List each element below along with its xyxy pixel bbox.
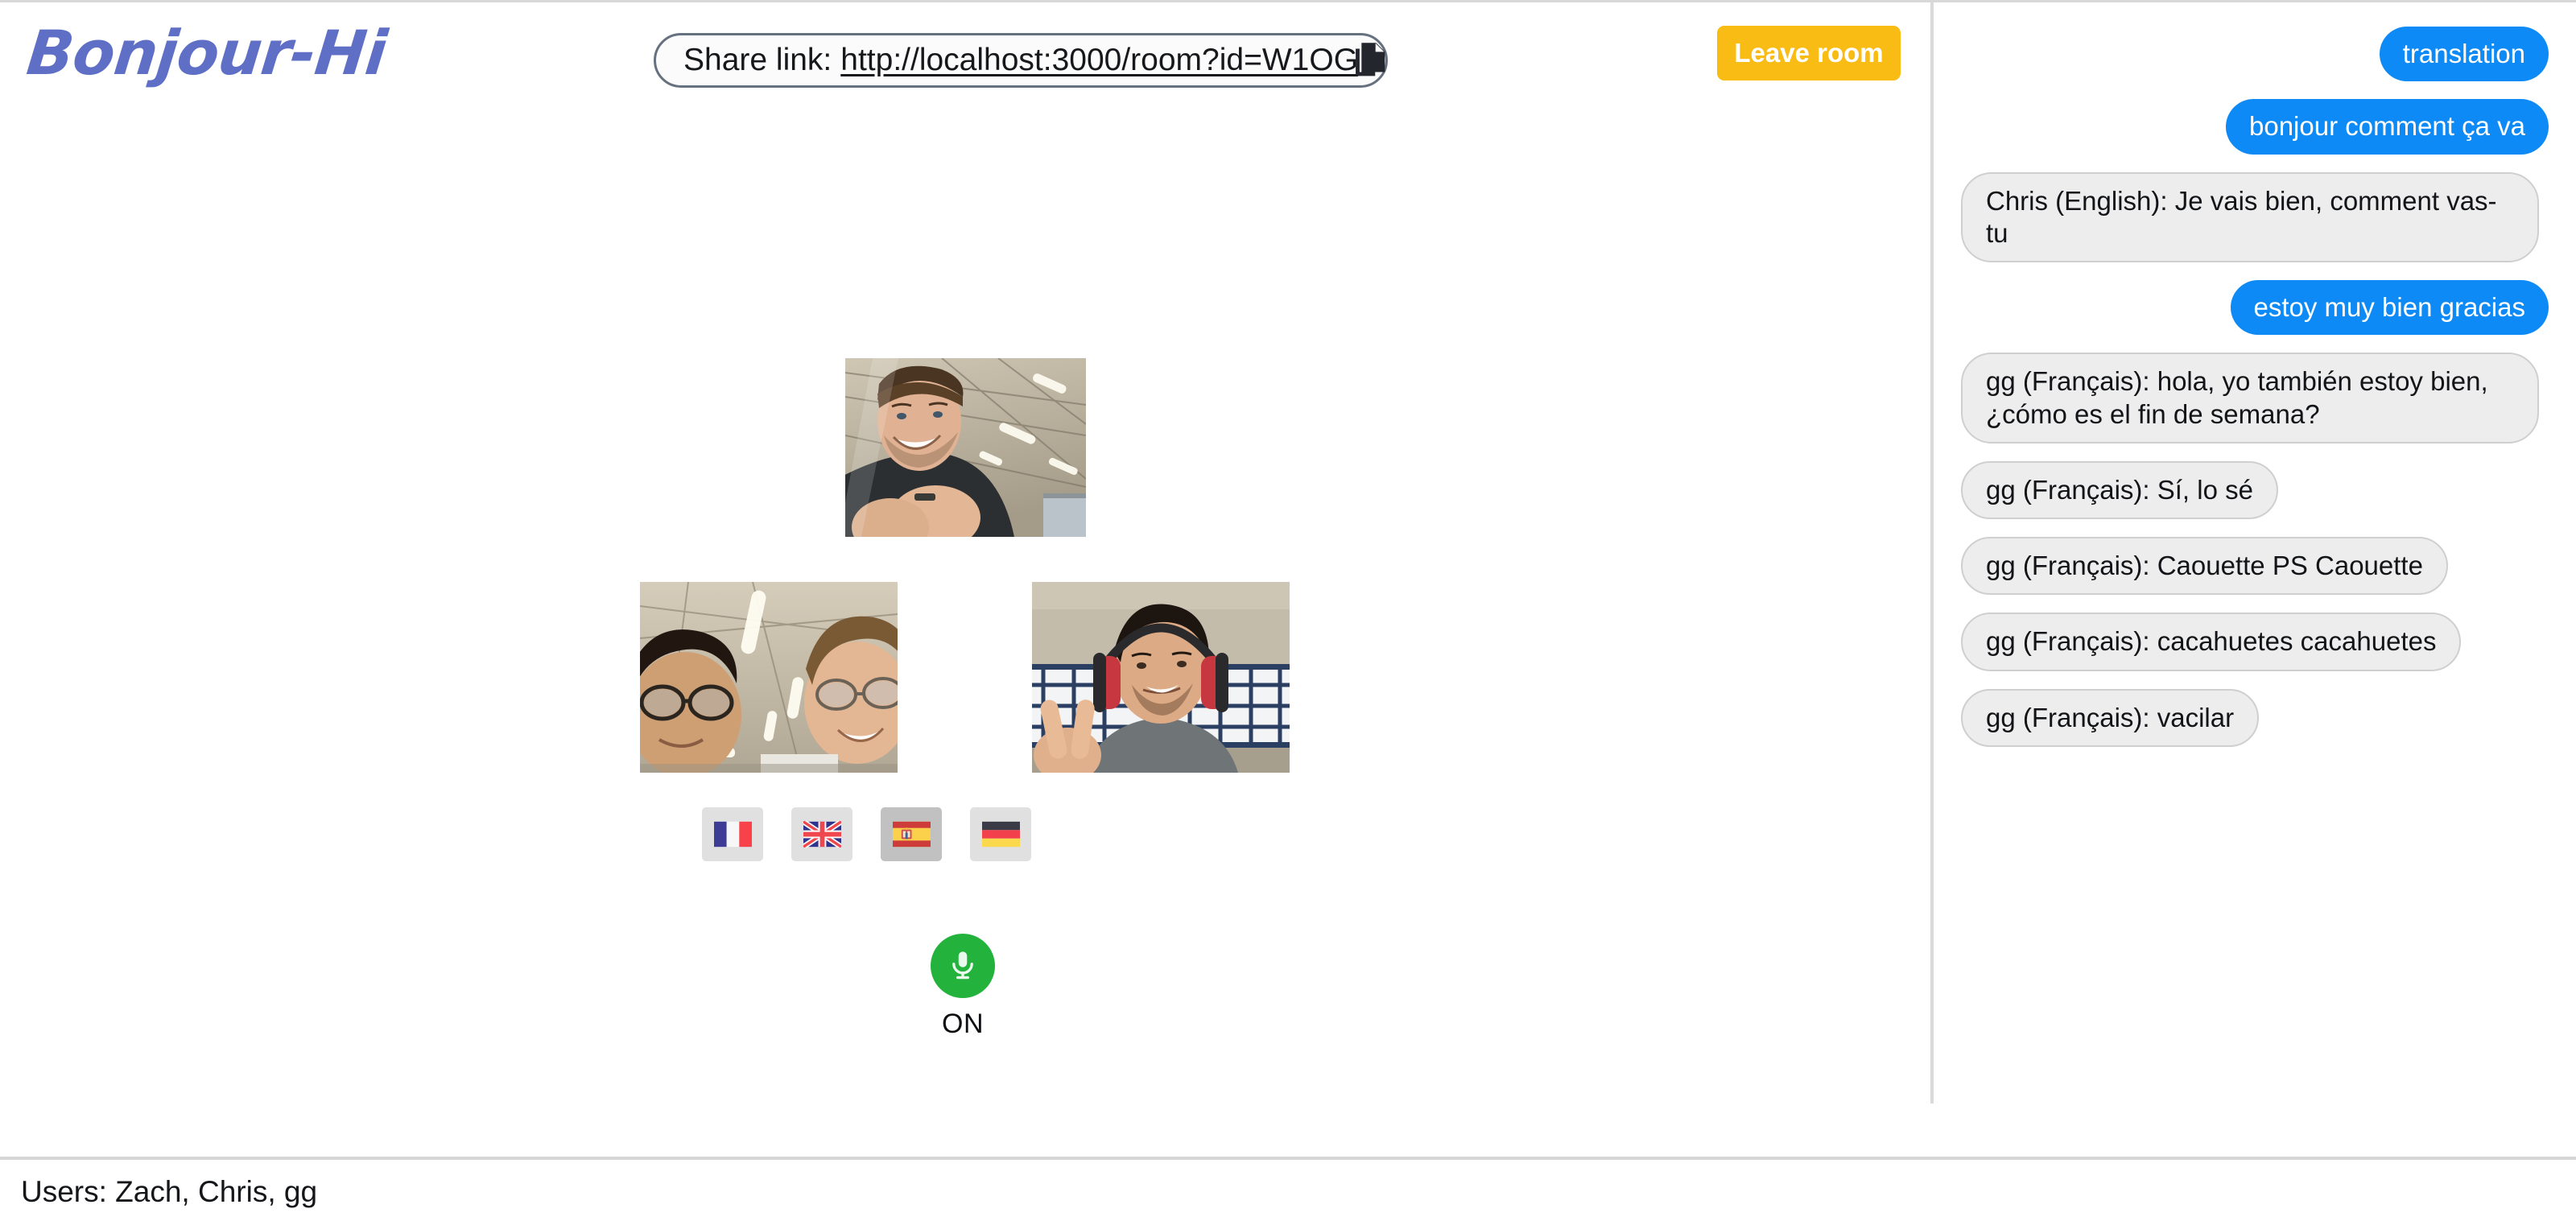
- copy-link-button[interactable]: [1346, 38, 1393, 85]
- chat-message-row: gg (Français): cacahuetes cacahuetes: [1961, 613, 2549, 671]
- video-tile-participant-left[interactable]: [640, 582, 898, 773]
- leave-room-button[interactable]: Leave room: [1717, 26, 1901, 80]
- chat-bubble-incoming: Chris (English): Je vais bien, comment v…: [1961, 171, 2539, 262]
- chat-bubble-incoming: gg (Français): hola, yo también estoy bi…: [1961, 353, 2539, 443]
- language-button-de[interactable]: [970, 807, 1031, 861]
- users-list-text: Users: Zach, Chris, gg: [21, 1174, 318, 1208]
- chat-bubble-incoming: gg (Français): Caouette PS Caouette: [1961, 537, 2448, 596]
- flag-spain-icon: [892, 821, 931, 848]
- chat-message-row: gg (Français): hola, yo también estoy bi…: [1961, 353, 2549, 443]
- video-feed-smiling-person: [845, 358, 1086, 537]
- chat-message-row: gg (Français): vacilar: [1961, 688, 2549, 747]
- chat-message-row: translation: [1961, 27, 2549, 82]
- chat-bubble-incoming: gg (Français): Sí, lo sé: [1961, 460, 2278, 519]
- chat-message-row: gg (Français): Caouette PS Caouette: [1961, 537, 2549, 596]
- video-feed-two-people: [640, 582, 898, 773]
- flag-uk-icon: [803, 821, 841, 848]
- language-button-fr[interactable]: [702, 807, 763, 861]
- share-link-url[interactable]: http://localhost:3000/room?id=W1OG: [840, 43, 1358, 78]
- chat-message-row: bonjour comment ça va: [1961, 99, 2549, 155]
- chat-message-row: gg (Français): Sí, lo sé: [1961, 460, 2549, 519]
- chat-message-row: Chris (English): Je vais bien, comment v…: [1961, 171, 2549, 262]
- video-tile-participant-right[interactable]: [1032, 582, 1290, 773]
- chat-message-row: estoy muy bien gracias: [1961, 280, 2549, 336]
- microphone-icon: [946, 948, 980, 984]
- chat-bubble-incoming: gg (Français): vacilar: [1961, 688, 2260, 747]
- copy-icon: [1346, 37, 1393, 86]
- main-column: Bonjour-Hi Share link: http://localhost:…: [0, 2, 1930, 1107]
- chat-panel[interactable]: translation bonjour comment ça va Chris …: [1930, 2, 2576, 1103]
- language-button-es[interactable]: [881, 807, 942, 861]
- language-button-en[interactable]: [791, 807, 852, 861]
- language-selector: [702, 807, 1031, 861]
- app-root: Bonjour-Hi Share link: http://localhost:…: [0, 0, 2576, 1221]
- app-header: Bonjour-Hi Share link: http://localhost:…: [0, 2, 1930, 123]
- mic-status-label: ON: [942, 1009, 984, 1039]
- video-tile-self[interactable]: [845, 358, 1086, 537]
- chat-bubble-outgoing: bonjour comment ça va: [2225, 99, 2549, 155]
- chat-bubble-outgoing: estoy muy bien gracias: [2230, 280, 2549, 336]
- footer: Users: Zach, Chris, gg: [0, 1157, 2576, 1221]
- share-link-label: Share link:: [683, 43, 832, 77]
- flag-germany-icon: [981, 821, 1020, 848]
- video-feed-person-headphones: [1032, 582, 1290, 773]
- chat-bubble-outgoing: translation: [2379, 27, 2549, 82]
- mic-toggle-button[interactable]: [931, 934, 995, 998]
- mic-control: ON: [914, 934, 1011, 1040]
- app-logo: Bonjour-Hi: [23, 17, 390, 89]
- share-link-box[interactable]: Share link: http://localhost:3000/room?i…: [654, 33, 1389, 88]
- flag-france-icon: [713, 821, 752, 848]
- chat-bubble-incoming: gg (Français): cacahuetes cacahuetes: [1961, 613, 2462, 671]
